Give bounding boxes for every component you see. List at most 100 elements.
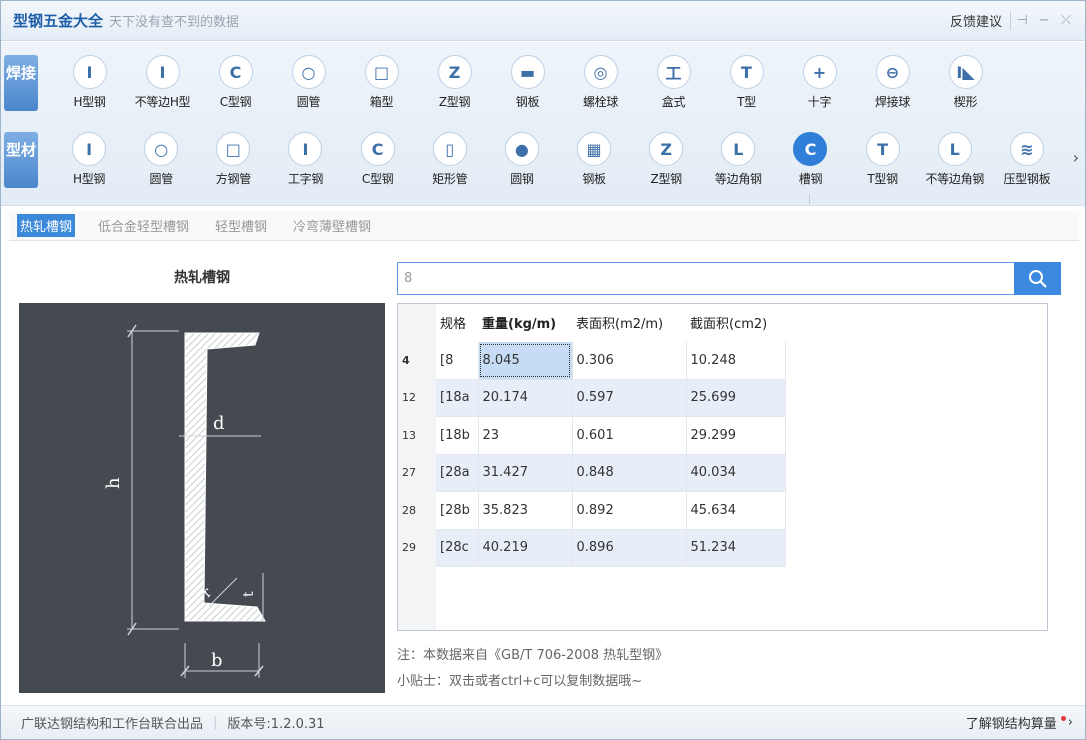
table-cell[interactable]: [18b xyxy=(436,416,479,455)
row-number: 29 xyxy=(398,529,436,567)
search-icon xyxy=(1028,269,1047,288)
table-cell[interactable]: [28c xyxy=(436,529,479,567)
pin-icon[interactable]: ⊣ xyxy=(1011,13,1033,28)
category-item-profile-0[interactable]: I H型钢 xyxy=(53,132,125,187)
category-item-profile-10[interactable]: C 槽钢 xyxy=(774,132,846,187)
table-row[interactable]: 28 [28b 35.823 0.892 45.634 xyxy=(398,491,786,530)
category-item-profile-12[interactable]: L 不等边角钢 xyxy=(919,132,991,187)
chevron-right-icon[interactable]: › xyxy=(1073,148,1079,167)
profile-icon: C xyxy=(793,132,828,166)
table-cell[interactable]: 23 xyxy=(478,416,573,455)
category-item-label: 圆管 xyxy=(149,172,174,186)
category-item-profile-11[interactable]: T T型钢 xyxy=(847,132,919,187)
category-item-weld-11[interactable]: ⊖ 焊接球 xyxy=(856,55,929,110)
category-item-weld-8[interactable]: 工盒式 xyxy=(637,55,710,110)
category-item-profile-5[interactable]: ▯ 矩形管 xyxy=(414,132,486,187)
category-item-profile-9[interactable]: L 等边角钢 xyxy=(702,132,774,187)
table-cell[interactable]: [18a xyxy=(436,379,479,417)
table-cell[interactable]: 51.234 xyxy=(686,529,786,567)
table-cell[interactable]: [28b xyxy=(436,491,479,530)
category-item-label: Z型钢 xyxy=(650,172,683,186)
minimize-icon[interactable]: − xyxy=(1033,13,1055,28)
profile-icon: □ xyxy=(364,55,399,89)
dim-t: t xyxy=(241,591,257,597)
category-item-profile-4[interactable]: C C型钢 xyxy=(342,132,414,187)
data-table: 规格 重量(kg/m) 表面积(m2/m) 截面积(cm2) 4 [8 8.045 0… xyxy=(397,303,1048,631)
subtab-3[interactable]: 冷弯薄壁槽钢 xyxy=(290,214,374,237)
category-item-weld-5[interactable]: Z Z型钢 xyxy=(418,55,491,110)
category-item-weld-7[interactable]: ◎ 螺栓球 xyxy=(564,55,637,110)
learn-more-link[interactable]: 了解钢结构算量 › xyxy=(966,713,1073,732)
table-cell[interactable]: 0.306 xyxy=(572,341,687,380)
search-input[interactable] xyxy=(397,262,1015,295)
category-item-profile-1[interactable]: ○ 圆管 xyxy=(125,132,197,187)
subtab-2[interactable]: 轻型槽钢 xyxy=(212,214,270,237)
profile-icon: C xyxy=(360,132,395,166)
app-slogan: 天下没有查不到的数据 xyxy=(109,15,240,30)
table-cell[interactable]: 0.597 xyxy=(572,379,687,417)
table-cell[interactable]: [28a xyxy=(436,454,479,492)
table-cell[interactable]: 40.219 xyxy=(478,529,573,567)
category-item-label: C型钢 xyxy=(219,95,252,109)
profile-icon: + xyxy=(802,55,837,89)
col-weight-header[interactable]: 重量(kg/m) xyxy=(478,304,572,342)
profile-icon: L xyxy=(721,132,756,166)
table-row[interactable]: 29 [28c 40.219 0.896 51.234 xyxy=(398,529,786,567)
category-item-weld-1[interactable]: I 不等边H型 xyxy=(126,55,199,110)
profile-icon: 工 xyxy=(656,55,691,89)
table-cell[interactable]: 20.174 xyxy=(478,379,573,417)
table-row[interactable]: 27 [28a 31.427 0.848 40.034 xyxy=(398,454,786,492)
category-item-weld-12[interactable]: I◣ 楔形 xyxy=(929,55,1002,110)
category-item-profile-7[interactable]: ▦ 钢板 xyxy=(558,132,630,187)
profile-icon: ≋ xyxy=(1009,132,1044,166)
category-row-profile: I H型钢 ○ 圆管 □ 方钢管 I 工字钢 C C型钢 ▯ 矩形管 ● 圆钢 ▦ 钢板 Z Z型钢 L 等边角钢 C 槽… xyxy=(53,132,1063,187)
category-item-weld-0[interactable]: I H型钢 xyxy=(53,55,126,110)
category-item-profile-13[interactable]: ≋ 压型钢板 xyxy=(991,132,1063,187)
col-surface-header[interactable]: 表面积(m2/m) xyxy=(572,304,686,342)
table-cell[interactable]: 0.848 xyxy=(572,454,687,492)
table-cell[interactable]: 0.896 xyxy=(572,529,687,567)
table-cell[interactable]: 31.427 xyxy=(478,454,573,492)
category-label-profile[interactable]: 型材 xyxy=(4,132,38,188)
title-bar-controls: 反馈建议 ⊣ − ⤫ xyxy=(950,11,1077,30)
category-item-weld-9[interactable]: T T型 xyxy=(710,55,783,110)
category-item-label: T型 xyxy=(737,95,756,109)
feedback-link[interactable]: 反馈建议 xyxy=(950,11,1011,30)
category-label-weld[interactable]: 焊接 xyxy=(4,55,38,111)
category-item-profile-3[interactable]: I 工字钢 xyxy=(269,132,341,187)
table-cell[interactable]: [8 xyxy=(436,341,479,380)
col-area-header[interactable]: 截面积(cm2) xyxy=(686,304,785,342)
title-bar: 型钢五金大全 天下没有查不到的数据 反馈建议 ⊣ − ⤫ xyxy=(1,1,1085,41)
table-cell[interactable]: 40.034 xyxy=(686,454,786,492)
category-item-profile-6[interactable]: ● 圆钢 xyxy=(486,132,558,187)
search-button[interactable] xyxy=(1014,262,1061,295)
table-cell[interactable]: 45.634 xyxy=(686,491,786,530)
table-cell[interactable]: 8.045 xyxy=(478,341,573,380)
category-item-profile-2[interactable]: □ 方钢管 xyxy=(197,132,269,187)
table-cell[interactable]: 29.299 xyxy=(686,416,786,455)
table-row[interactable]: 12 [18a 20.174 0.597 25.699 xyxy=(398,379,786,417)
category-item-weld-10[interactable]: + 十字 xyxy=(783,55,856,110)
table-cell[interactable]: 0.892 xyxy=(572,491,687,530)
table-row[interactable]: 4 [8 8.045 0.306 10.248 xyxy=(398,341,786,380)
row-number: 4 xyxy=(398,341,436,379)
subtab-0[interactable]: 热轧槽钢 xyxy=(17,214,76,237)
table-row[interactable]: 13 [18b 23 0.601 29.299 xyxy=(398,416,786,455)
close-icon[interactable]: ⤫ xyxy=(1055,13,1077,28)
table-cell[interactable]: 0.601 xyxy=(572,416,687,455)
category-item-weld-2[interactable]: C C型钢 xyxy=(199,55,272,110)
category-item-profile-8[interactable]: Z Z型钢 xyxy=(630,132,702,187)
table-cell[interactable]: 35.823 xyxy=(478,491,573,530)
table-cell[interactable]: 25.699 xyxy=(686,379,786,417)
subtab-1[interactable]: 低合金轻型槽钢 xyxy=(95,214,192,237)
active-indicator xyxy=(809,194,810,204)
col-spec-header[interactable]: 规格 xyxy=(436,304,478,342)
category-item-weld-3[interactable]: ○ 圆管 xyxy=(272,55,345,110)
row-number: 27 xyxy=(398,454,436,492)
profile-icon: ● xyxy=(504,132,539,166)
category-item-weld-6[interactable]: ▬ 钢板 xyxy=(491,55,564,110)
category-item-weld-4[interactable]: □ 箱型 xyxy=(345,55,418,110)
category-item-label: 槽钢 xyxy=(798,172,823,186)
table-cell[interactable]: 10.248 xyxy=(686,341,786,380)
table-header-row: 规格 重量(kg/m) 表面积(m2/m) 截面积(cm2) xyxy=(398,304,785,342)
